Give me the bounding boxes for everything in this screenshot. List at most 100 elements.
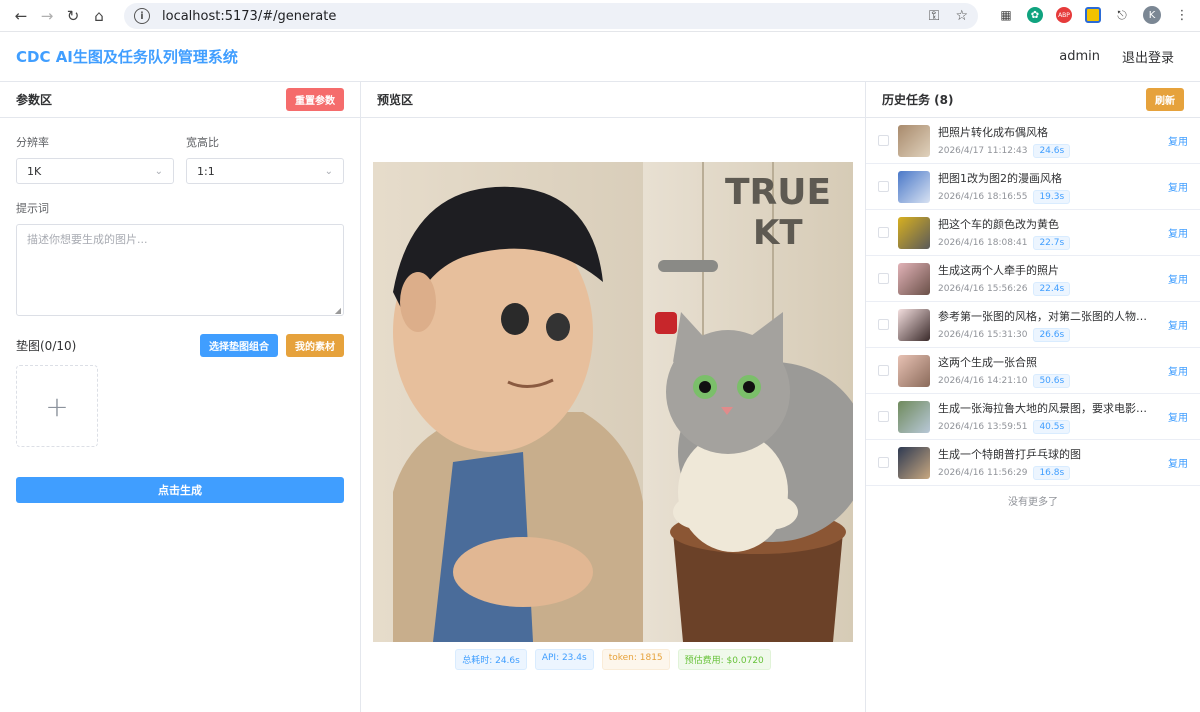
history-item-title: 把图1改为图2的漫画风格 [938,171,1062,185]
total-time-tag: 总耗时: 24.6s [455,649,527,670]
forward-icon[interactable]: → [34,3,60,29]
puzzle-icon[interactable]: ⎋ [1114,7,1130,23]
history-item[interactable]: 这两个生成一张合照 2026/4/16 14:21:10 50.6s 复用 [866,348,1200,394]
history-thumbnail[interactable] [898,262,930,295]
ratio-label: 宽高比 [186,136,219,149]
api-time-tag: API: 23.4s [534,649,594,670]
history-item[interactable]: 参考第一张图的风格，对第二张图的人物进行修改 2026/4/16 15:31:3… [866,302,1200,348]
qr-extension-icon[interactable]: ▦ [998,7,1014,23]
reload-icon[interactable]: ↻ [60,3,86,29]
history-item[interactable]: 把这个车的颜色改为黄色 2026/4/16 18:08:41 22.7s 复用 [866,210,1200,256]
chatgpt-extension-icon[interactable]: ✿ [1027,7,1043,23]
history-checkbox[interactable] [878,227,889,238]
history-item-title: 参考第一张图的风格，对第二张图的人物进行修改 [938,309,1148,323]
history-item-title: 生成一张海拉鲁大地的风景图，要求电影风格的画面 [938,401,1148,415]
my-assets-button[interactable]: 我的素材 [286,334,344,357]
abp-extension-icon[interactable]: ABP [1056,7,1072,23]
history-thumbnail[interactable] [898,354,930,387]
reuse-button[interactable]: 复用 [1168,179,1188,194]
history-title: 历史任务 (8) [882,93,954,107]
history-checkbox[interactable] [878,135,889,146]
felt-boy-cat-illustration: TRUE KT [373,162,853,642]
history-checkbox[interactable] [878,411,889,422]
preview-image[interactable]: TRUE KT [373,162,853,642]
extensions-area: ▦ ✿ ABP ⎋ K ⋮ [998,6,1190,24]
history-item-title: 这两个生成一张合照 [938,355,1037,369]
prompt-input[interactable]: 描述你想要生成的图片... ◢ [16,224,344,316]
history-item-title: 生成一个特朗普打乒乓球的图 [938,447,1081,461]
pad-label: 垫图(0/10) [16,339,77,353]
chevron-down-icon: ⌄ [324,165,333,177]
history-item-duration: 16.8s [1033,465,1071,480]
history-item-title: 把这个车的颜色改为黄色 [938,217,1059,231]
history-thumbnail[interactable] [898,308,930,341]
history-item-duration: 24.6s [1033,143,1071,158]
select-pad-button[interactable]: 选择垫图组合 [200,334,278,357]
no-more-text: 没有更多了 [1008,497,1058,508]
history-checkbox[interactable] [878,457,889,468]
preview-title: 预览区 [377,93,414,107]
refresh-button[interactable]: 刷新 [1146,88,1184,111]
logout-button[interactable]: 退出登录 [1122,47,1174,66]
chevron-down-icon: ⌄ [154,165,163,177]
resolution-label: 分辨率 [16,136,49,149]
reuse-button[interactable]: 复用 [1168,317,1188,332]
generate-button[interactable]: 点击生成 [16,477,344,503]
history-item-time: 2026/4/16 18:08:41 [938,237,1028,248]
prompt-placeholder: 描述你想要生成的图片... [27,233,148,246]
history-item[interactable]: 生成一张海拉鲁大地的风景图，要求电影风格的画面 2026/4/16 13:59:… [866,394,1200,440]
reset-params-button[interactable]: 重置参数 [286,88,344,111]
preview-panel: 预览区 TRUE KT 总耗时: 24.6s API: 23.4s token:… [361,82,866,712]
reuse-button[interactable]: 复用 [1168,225,1188,240]
history-item[interactable]: 把照片转化成布偶风格 2026/4/17 11:12:43 24.6s 复用 [866,118,1200,164]
history-item-duration: 22.7s [1033,235,1071,250]
reuse-button[interactable]: 复用 [1168,455,1188,470]
history-thumbnail[interactable] [898,124,930,157]
download-extension-icon[interactable] [1085,7,1101,23]
history-item[interactable]: 生成这两个人牵手的照片 2026/4/16 15:56:26 22.4s 复用 [866,256,1200,302]
generation-stats: 总耗时: 24.6s API: 23.4s token: 1815 预估费用: … [361,649,865,670]
resolution-select[interactable]: 1K ⌄ [16,158,174,184]
history-item-duration: 19.3s [1033,189,1071,204]
history-thumbnail[interactable] [898,216,930,249]
history-checkbox[interactable] [878,365,889,376]
address-bar[interactable]: i localhost:5173/#/generate ⚿ ☆ [124,3,978,29]
reuse-button[interactable]: 复用 [1168,271,1188,286]
reuse-button[interactable]: 复用 [1168,133,1188,148]
history-item-time: 2026/4/17 11:12:43 [938,145,1028,156]
history-checkbox[interactable] [878,319,889,330]
upload-pad-button[interactable]: + [16,365,98,447]
history-item[interactable]: 把图1改为图2的漫画风格 2026/4/16 18:16:55 19.3s 复用 [866,164,1200,210]
reuse-button[interactable]: 复用 [1168,363,1188,378]
history-item-time: 2026/4/16 18:16:55 [938,191,1028,202]
username: admin [1059,49,1100,64]
plus-icon: + [45,389,69,423]
star-icon[interactable]: ☆ [955,8,968,24]
history-thumbnail[interactable] [898,400,930,433]
home-icon[interactable]: ⌂ [86,3,112,29]
door-text-1: TRUE [725,172,831,213]
browser-toolbar: ← → ↻ ⌂ i localhost:5173/#/generate ⚿ ☆ … [0,0,1200,32]
params-title: 参数区 [16,93,53,107]
history-item-time: 2026/4/16 15:56:26 [938,283,1028,294]
history-item-time: 2026/4/16 13:59:51 [938,421,1028,432]
back-icon[interactable]: ← [8,3,34,29]
history-item-duration: 22.4s [1033,281,1071,296]
history-checkbox[interactable] [878,181,889,192]
history-list: 把照片转化成布偶风格 2026/4/17 11:12:43 24.6s 复用 把… [866,118,1200,486]
history-item-duration: 26.6s [1033,327,1071,342]
history-item[interactable]: 生成一个特朗普打乒乓球的图 2026/4/16 11:56:29 16.8s 复… [866,440,1200,486]
key-icon[interactable]: ⚿ [929,8,940,24]
profile-avatar[interactable]: K [1143,6,1161,24]
site-info-icon[interactable]: i [134,8,150,24]
menu-dots-icon[interactable]: ⋮ [1174,7,1190,23]
history-item-duration: 50.6s [1033,373,1071,388]
reuse-button[interactable]: 复用 [1168,409,1188,424]
resolution-value: 1K [27,164,42,178]
resize-handle-icon[interactable]: ◢ [335,306,341,315]
history-checkbox[interactable] [878,273,889,284]
history-thumbnail[interactable] [898,446,930,479]
ratio-value: 1:1 [197,164,215,178]
history-thumbnail[interactable] [898,170,930,203]
ratio-select[interactable]: 1:1 ⌄ [186,158,344,184]
